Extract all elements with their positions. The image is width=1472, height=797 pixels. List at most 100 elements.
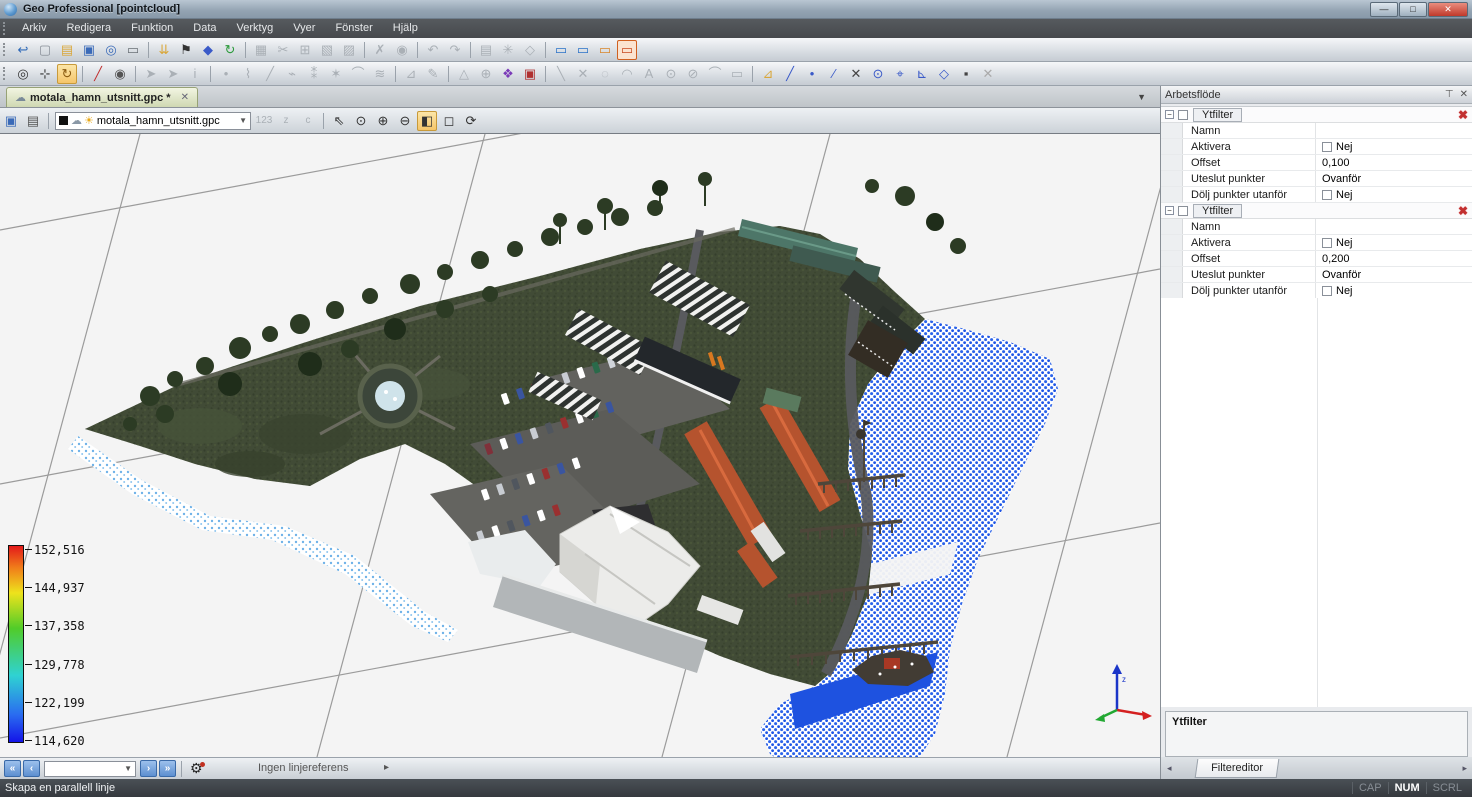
toolbar-icon[interactable]: ✕ <box>978 64 998 84</box>
chevron-down-icon[interactable]: ▼ <box>239 116 247 125</box>
toolbar-icon[interactable]: ↷ <box>445 40 465 60</box>
toolbar-icon[interactable]: ◉ <box>110 64 130 84</box>
toolbar-icon[interactable]: ⊕ <box>373 111 393 131</box>
toolbar-icon[interactable]: ▤ <box>476 40 496 60</box>
last-button[interactable]: » <box>159 760 176 777</box>
toolbar-icon[interactable]: ↻ <box>220 40 240 60</box>
toolbar-icon[interactable]: ▭ <box>617 40 637 60</box>
filter-group-label[interactable]: Ytfilter <box>1193 108 1242 122</box>
value-checkbox[interactable] <box>1322 238 1332 248</box>
toolbar-icon[interactable]: ◆ <box>198 40 218 60</box>
toolbar-icon[interactable]: ▪ <box>956 64 976 84</box>
maximize-button[interactable]: □ <box>1399 2 1427 17</box>
toolbar-icon[interactable]: ⊞ <box>295 40 315 60</box>
property-row[interactable]: Aktivera Nej <box>1161 139 1472 155</box>
property-value[interactable]: Nej <box>1315 235 1472 250</box>
toolbar-icon[interactable]: ✎ <box>423 64 443 84</box>
toolbar-icon[interactable]: ▣ <box>520 64 540 84</box>
property-row[interactable]: Namn <box>1161 219 1472 235</box>
toolbar-icon[interactable]: ⌁ <box>282 64 302 84</box>
toolbar-icon[interactable]: • <box>802 64 822 84</box>
toolbar-icon[interactable]: • <box>216 64 236 84</box>
toolbar-icon[interactable]: ╱ <box>88 64 108 84</box>
previous-button[interactable]: ‹ <box>23 760 40 777</box>
close-button[interactable]: ✕ <box>1428 2 1468 17</box>
property-row[interactable]: Offset 0,100 <box>1161 155 1472 171</box>
menu-item[interactable]: Redigera <box>56 19 121 38</box>
property-value[interactable]: 0,200 <box>1315 251 1472 266</box>
next-button[interactable]: › <box>140 760 157 777</box>
property-row[interactable]: Dölj punkter utanför Nej <box>1161 283 1472 299</box>
toolbar-icon[interactable]: ⊙ <box>868 64 888 84</box>
toolbar-icon[interactable]: ⊹ <box>35 64 55 84</box>
menu-item[interactable]: Vyer <box>283 19 325 38</box>
toolbar-icon[interactable]: z <box>276 111 296 131</box>
viewport-3d[interactable]: z 152,516 144,937 137,358 129,778 122,19… <box>0 134 1160 757</box>
toolbar-icon[interactable]: ➤ <box>141 64 161 84</box>
toolbar-icon[interactable]: ✗ <box>370 40 390 60</box>
toolbar-icon[interactable]: ▢ <box>35 40 55 60</box>
toolbar-icon[interactable]: ✂ <box>273 40 293 60</box>
property-value[interactable] <box>1315 123 1472 138</box>
toolbar-icon[interactable]: ⚑ <box>176 40 196 60</box>
property-row[interactable]: Aktivera Nej <box>1161 235 1472 251</box>
toolbar-icon[interactable]: ⊖ <box>395 111 415 131</box>
toolbar-icon[interactable]: ➤ <box>163 64 183 84</box>
toolbar-icon[interactable]: ≋ <box>370 64 390 84</box>
filter-group-label[interactable]: Ytfilter <box>1193 204 1242 218</box>
toolbar-icon[interactable]: ▭ <box>573 40 593 60</box>
filter-group-header[interactable]: − Ytfilter ✖ <box>1161 203 1472 219</box>
menu-item[interactable]: Verktyg <box>227 19 284 38</box>
toolbar-icon[interactable]: ⊿ <box>758 64 778 84</box>
toolbar-icon[interactable]: ╲ <box>551 64 571 84</box>
property-value[interactable] <box>1315 219 1472 234</box>
toolbar-icon[interactable]: ⌒ <box>705 64 725 84</box>
toolbar-icon[interactable]: ❖ <box>498 64 518 84</box>
group-checkbox[interactable] <box>1178 206 1188 216</box>
toolbar-icon[interactable]: ↻ <box>57 64 77 84</box>
tab-filtereditor[interactable]: Filtereditor <box>1194 759 1279 778</box>
toolbar-icon[interactable]: ▤ <box>23 111 43 131</box>
document-tab[interactable]: ☁ motala_hamn_utsnitt.gpc * ✕ <box>6 87 198 107</box>
toolbar-icon[interactable]: ✕ <box>573 64 593 84</box>
toolbar-icon[interactable]: ◇ <box>520 40 540 60</box>
line-reference-combo[interactable]: ▼ <box>44 761 136 777</box>
toolbar-icon[interactable]: ⟳ <box>461 111 481 131</box>
property-row[interactable]: Namn <box>1161 123 1472 139</box>
toolbar-icon[interactable]: ▨ <box>339 40 359 60</box>
toolbar-icon[interactable]: ⊾ <box>912 64 932 84</box>
toolbar-icon[interactable]: ◌ <box>595 64 615 84</box>
toolbar-icon[interactable]: ↩ <box>13 40 33 60</box>
toolbar-icon[interactable]: ▭ <box>551 40 571 60</box>
toolbar-icon[interactable]: ▦ <box>251 40 271 60</box>
toolbar-icon[interactable]: ╱ <box>780 64 800 84</box>
collapse-icon[interactable]: − <box>1165 206 1174 215</box>
property-value[interactable]: Ovanför <box>1315 267 1472 282</box>
toolbar-icon[interactable]: ⊙ <box>661 64 681 84</box>
toolbar-icon[interactable]: ⇊ <box>154 40 174 60</box>
toolbar-icon[interactable]: ⌒ <box>348 64 368 84</box>
toolbar-icon[interactable]: c <box>298 111 318 131</box>
toolbar-icon[interactable]: ▣ <box>79 40 99 60</box>
property-row[interactable]: Offset 0,200 <box>1161 251 1472 267</box>
toolbar-icon[interactable]: ◻ <box>439 111 459 131</box>
property-row[interactable]: Dölj punkter utanför Nej <box>1161 187 1472 203</box>
property-value[interactable]: 0,100 <box>1315 155 1472 170</box>
toolbar-icon[interactable]: ⌇ <box>238 64 258 84</box>
toolbar-icon[interactable]: ∕ <box>824 64 844 84</box>
toolbar-icon[interactable]: ▭ <box>595 40 615 60</box>
delete-filter-icon[interactable]: ✖ <box>1458 108 1468 122</box>
toolbar-icon[interactable]: ⊙ <box>351 111 371 131</box>
gear-icon[interactable]: ⚙ <box>190 760 203 777</box>
toolbar-icon[interactable]: ⊿ <box>401 64 421 84</box>
toolbar-icon[interactable]: ◇ <box>934 64 954 84</box>
toolbar-icon[interactable]: ✶ <box>326 64 346 84</box>
menu-item[interactable]: Funktion <box>121 19 183 38</box>
toolbar-icon[interactable]: ▣ <box>1 111 21 131</box>
toolbar-icon[interactable]: ⊘ <box>683 64 703 84</box>
layer-selector[interactable]: ☁ ☀ motala_hamn_utsnitt.gpc ▼ <box>55 112 251 130</box>
panel-close-icon[interactable]: ✕ <box>1460 89 1468 100</box>
toolbar-icon[interactable]: ◠ <box>617 64 637 84</box>
pin-icon[interactable]: ⊤ <box>1445 89 1454 100</box>
toolbar-icon[interactable]: ◧ <box>417 111 437 131</box>
